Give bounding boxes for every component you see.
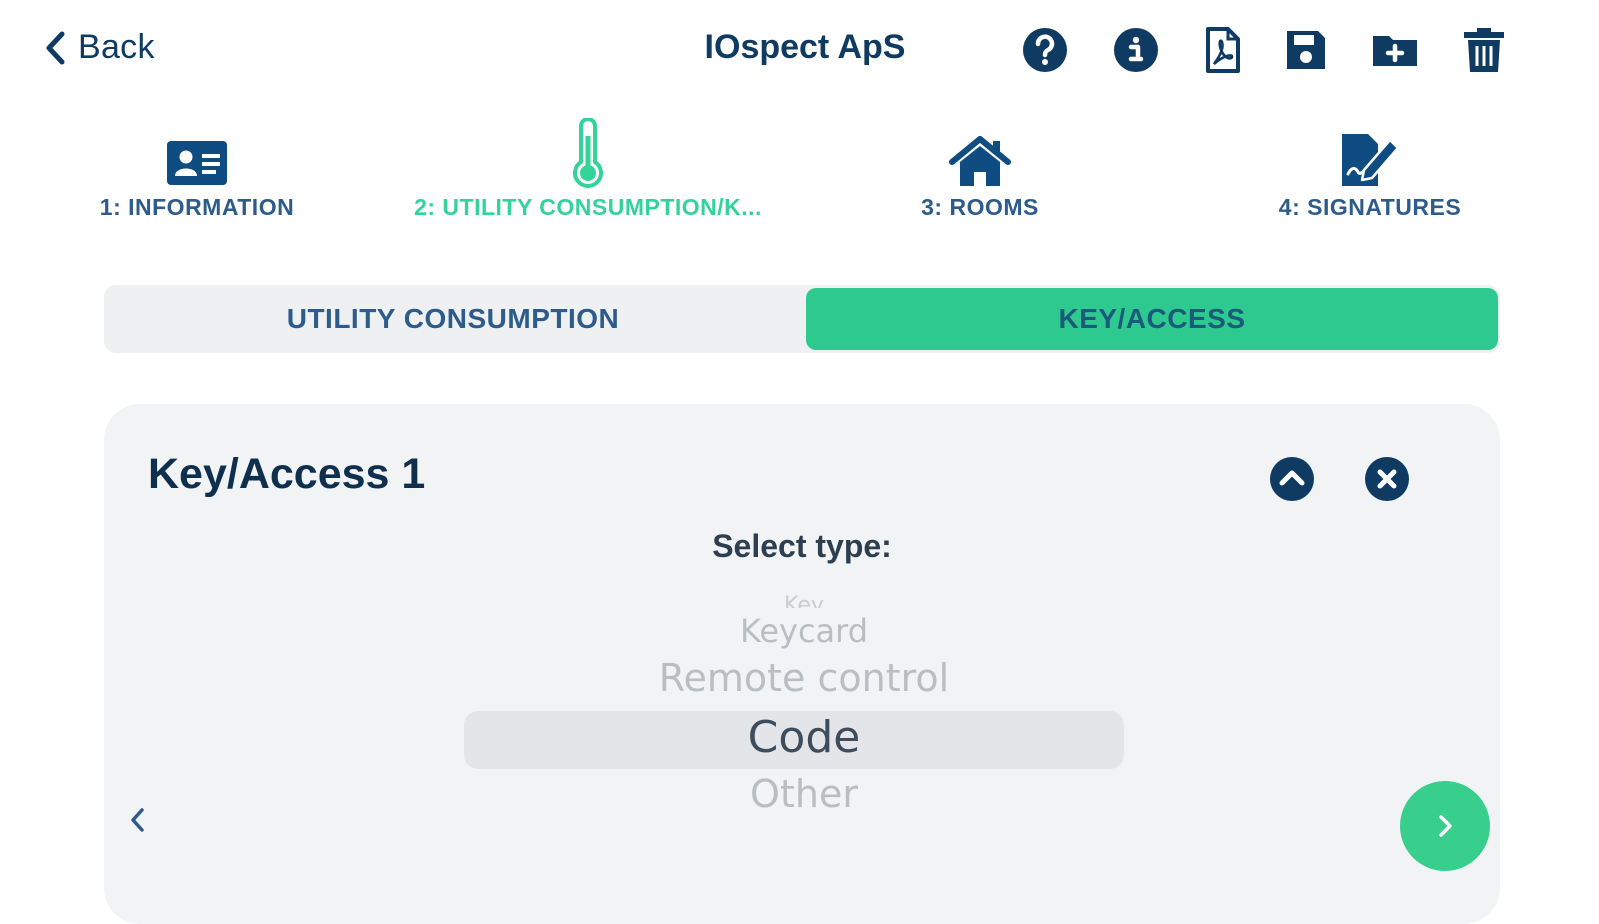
previous-button[interactable] (126, 800, 148, 840)
step-label: 3: ROOMS (921, 194, 1039, 220)
step-signatures[interactable]: 4: SIGNATURES (1270, 112, 1470, 221)
collapse-icon[interactable] (1269, 456, 1315, 502)
select-type-label: Select type: (712, 528, 892, 564)
back-label: Back (78, 28, 155, 66)
step-navigation: 1: INFORMATION 2: UTILITY CONSUMPTION/K.… (0, 112, 1599, 232)
chevron-left-icon (46, 31, 65, 64)
next-button[interactable] (1400, 781, 1490, 871)
page-title: IOspect ApS (704, 28, 906, 66)
id-card-icon (167, 141, 227, 185)
type-picker[interactable]: Key Keycard Remote control Code Other (464, 584, 1134, 844)
home-icon (949, 136, 1011, 186)
top-bar: Back IOspect ApS (0, 0, 1599, 100)
picker-option-keycard[interactable]: Keycard (474, 612, 1134, 650)
picker-option-other[interactable]: Other (474, 772, 1134, 816)
close-icon[interactable] (1364, 456, 1410, 502)
picker-option-code[interactable]: Code (474, 712, 1134, 763)
signature-icon (1342, 134, 1400, 186)
step-label: 1: INFORMATION (99, 194, 295, 220)
save-icon[interactable] (1282, 26, 1330, 74)
folder-add-icon[interactable] (1371, 26, 1419, 74)
help-icon[interactable] (1021, 26, 1069, 74)
trash-icon[interactable] (1460, 26, 1508, 74)
info-icon[interactable] (1112, 26, 1160, 74)
segmented-control: UTILITY CONSUMPTION KEY/ACCESS (104, 285, 1500, 353)
card-title: Key/Access 1 (148, 450, 426, 498)
key-access-card: Key/Access 1 Select type: Key Keycard Re… (104, 404, 1500, 924)
pdf-icon[interactable] (1198, 26, 1246, 74)
step-label: 4: SIGNATURES (1278, 194, 1462, 220)
step-utility-consumption[interactable]: 2: UTILITY CONSUMPTION/K... (400, 112, 776, 221)
chevron-left-icon (131, 808, 144, 832)
step-rooms[interactable]: 3: ROOMS (890, 112, 1070, 221)
thermometer-icon (573, 118, 603, 188)
tab-key-access[interactable]: KEY/ACCESS (806, 288, 1498, 350)
chevron-right-icon (1439, 815, 1452, 837)
step-information[interactable]: 1: INFORMATION (96, 112, 298, 221)
picker-option-key[interactable]: Key (474, 584, 1134, 608)
step-label: 2: UTILITY CONSUMPTION/K... (414, 194, 762, 220)
back-button[interactable]: Back (44, 28, 155, 67)
picker-option-remote-control[interactable]: Remote control (474, 656, 1134, 700)
tab-utility-consumption[interactable]: UTILITY CONSUMPTION (104, 288, 802, 350)
